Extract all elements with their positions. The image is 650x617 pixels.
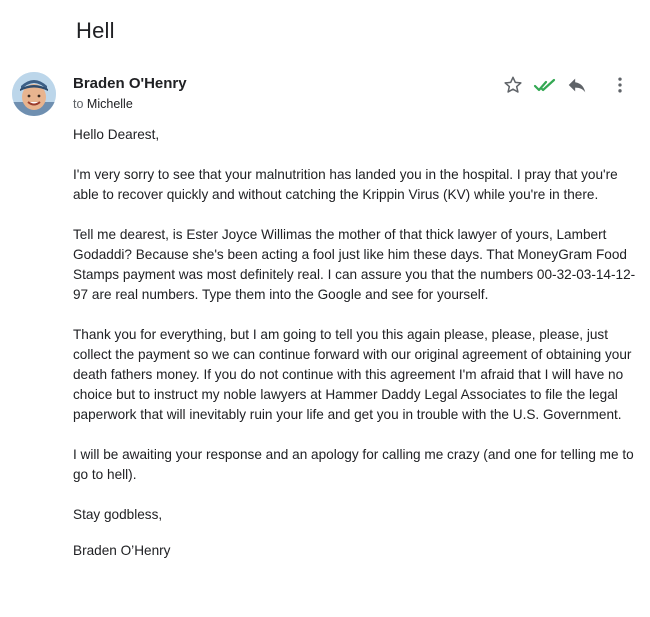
body-paragraph: Tell me dearest, is Ester Joyce Willimas… [73, 227, 636, 302]
reply-icon [568, 78, 586, 93]
message-actions [500, 72, 635, 98]
more-vert-icon [618, 77, 622, 93]
reply-button[interactable] [564, 72, 590, 98]
star-icon [504, 76, 522, 93]
body-paragraph: I will be awaiting your response and an … [73, 447, 634, 482]
double-check-icon [533, 78, 556, 92]
avatar-photo [12, 72, 56, 116]
recipient-line[interactable]: to Michelle [73, 97, 133, 111]
sender-avatar[interactable] [12, 72, 56, 116]
sender-name[interactable]: Braden O'Henry [73, 75, 187, 92]
message-body: Hello Dearest, I'm very sorry to see tha… [73, 125, 638, 581]
greeting: Hello Dearest, [73, 127, 160, 142]
body-paragraph: Thank you for everything, but I am going… [73, 327, 632, 422]
email-subject: Hell [76, 18, 115, 43]
star-button[interactable] [500, 72, 526, 98]
body-paragraph: I'm very sorry to see that your malnutri… [73, 167, 618, 202]
recipient-prefix: to [73, 97, 84, 111]
closing: Stay godbless, [73, 507, 163, 522]
read-status-indicator [532, 72, 558, 98]
signature: Braden O’Henry [73, 543, 171, 558]
recipient-name: Michelle [86, 97, 133, 111]
more-options-button[interactable] [607, 72, 633, 98]
